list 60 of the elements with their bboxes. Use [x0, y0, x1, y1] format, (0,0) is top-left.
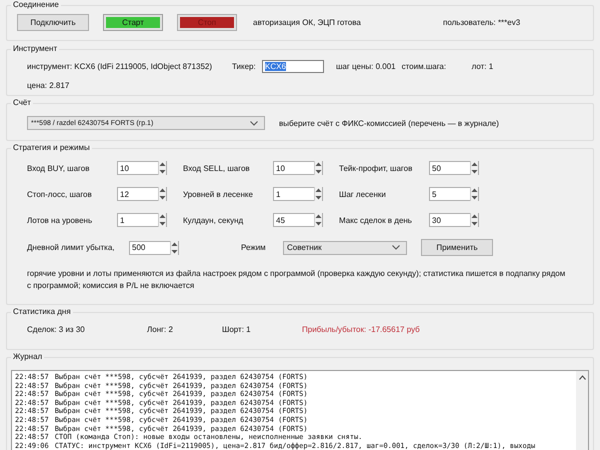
apply-button[interactable]: Применить	[421, 239, 493, 256]
group-title: Инструмент	[11, 44, 60, 53]
stat-text: Лонг: 2	[147, 325, 174, 334]
group-title: Счёт	[11, 98, 33, 107]
spin-field[interactable]: 5	[429, 187, 479, 201]
action-button[interactable]: Подключить	[17, 14, 89, 31]
scrollbar[interactable]	[576, 371, 588, 450]
field-label: Вход SELL, шагов	[183, 164, 251, 172]
group-title: Журнал	[11, 352, 44, 361]
spin-field[interactable]: 1	[273, 187, 323, 201]
stat-text: Шорт: 1	[222, 325, 252, 334]
price-text: цена: 2.817	[27, 81, 70, 90]
chevron-icon	[250, 120, 258, 126]
spin-field[interactable]: 50	[429, 161, 479, 175]
ticker-field[interactable]: KCX6	[262, 60, 324, 73]
spin-arrows-icon	[470, 161, 478, 175]
price-step-text: шаг цены: 0.001	[336, 62, 396, 71]
mode-label: Режим	[241, 243, 267, 252]
spin-arrows-icon	[470, 213, 478, 227]
spin-field[interactable]: 10	[117, 161, 167, 175]
field-label: Вход BUY, шагов	[27, 164, 90, 172]
spin-field[interactable]: 45	[273, 213, 323, 227]
group-title: Стратегия и режимы	[11, 143, 92, 152]
lot-text: лот: 1	[472, 62, 494, 71]
spin-arrows-icon	[158, 187, 166, 201]
account-hint: выберите счёт с ФИКС-комиссией (перечень — в журнале)	[279, 118, 499, 128]
note-text: горячие уровни и лоты применяются из файла настроек рядом с программой (проверка каждую секунду); статистика пишется в подпапку рядом с программой; комиссия в P/L не включается	[27, 268, 566, 292]
scroll-up-icon	[578, 375, 586, 380]
instrument-info: инструмент: KCX6 (IdFi 2119005, IdObject 871352)	[27, 62, 212, 71]
field-label: Стоп-лосс, шагов	[27, 190, 93, 198]
stat-text: Прибыль/убыток: -17.65617 руб	[302, 325, 420, 334]
spin-arrows-icon	[314, 161, 322, 175]
spin-arrows-icon	[158, 161, 166, 175]
spin-field[interactable]: 30	[429, 213, 479, 227]
spin-arrows-icon	[314, 213, 322, 227]
stat-text: Сделок: 3 из 30	[27, 325, 86, 334]
spin-field[interactable]: 1	[117, 213, 167, 227]
step-cost-text: стоим.шага:	[402, 62, 448, 71]
field-label: Тейк-профит, шагов	[339, 164, 414, 172]
spin-arrows-icon	[158, 213, 166, 227]
field-label: Шаг лесенки	[339, 190, 387, 198]
ticker-label: Тикер:	[232, 62, 257, 71]
spin-arrows-icon	[170, 240, 178, 254]
mode-dropdown[interactable]: Советник	[283, 240, 407, 254]
user-text: пользователь: ***ev3	[443, 18, 520, 27]
chevron-icon	[392, 245, 400, 250]
spin-field[interactable]: 10	[273, 161, 323, 175]
field-label: Макс сделок в день	[339, 216, 413, 224]
spin-field[interactable]: 500	[129, 240, 179, 254]
spin-arrows-icon	[314, 187, 322, 201]
field-label: Дневной лимит убытка,	[27, 243, 116, 252]
spin-field[interactable]: 12	[117, 187, 167, 201]
spin-arrows-icon	[470, 187, 478, 201]
field-label: Лотов на уровень	[27, 216, 94, 224]
action-button[interactable]: Старт	[103, 14, 163, 31]
group-title: Статистика дня	[11, 307, 73, 316]
field-label: Кулдаун, секунд	[183, 216, 244, 224]
field-label: Уровней в лесенке	[183, 190, 254, 198]
status-text: авторизация ОК, ЭЦП готова	[253, 18, 362, 27]
group-title: Соединение	[11, 0, 61, 9]
